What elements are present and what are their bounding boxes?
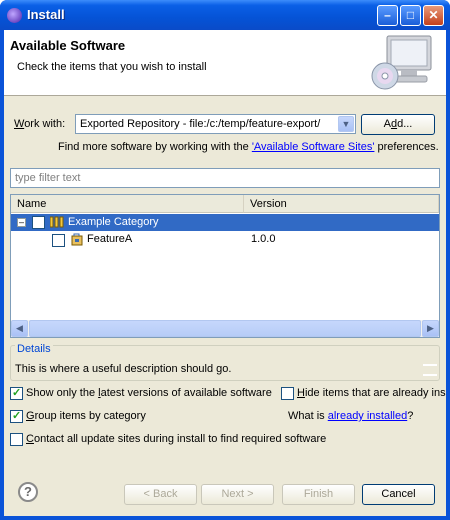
- filter-input[interactable]: type filter text: [10, 168, 440, 188]
- horizontal-scrollbar[interactable]: ◀ ▶: [11, 320, 439, 337]
- available-software-sites-link[interactable]: 'Available Software Sites': [252, 141, 375, 153]
- minimize-button[interactable]: –: [377, 5, 398, 26]
- details-text: This is where a useful description shoul…: [15, 363, 232, 375]
- page-subtitle: Check the items that you wish to install: [17, 61, 207, 73]
- group-by-category-checkbox[interactable]: [10, 409, 23, 423]
- feature-version: 1.0.0: [251, 233, 276, 245]
- category-icon: [50, 216, 64, 228]
- eclipse-icon: [7, 8, 22, 23]
- chevron-down-icon[interactable]: ▼: [338, 116, 354, 132]
- sites-hint: Find more software by working with the '…: [58, 141, 439, 153]
- next-button[interactable]: Next >: [201, 484, 274, 505]
- show-latest-label: Show only the latest versions of availab…: [26, 387, 272, 399]
- tree-row-category[interactable]: – Example Category: [11, 214, 439, 231]
- show-latest-checkbox[interactable]: [10, 386, 23, 400]
- scrollbar-thumb[interactable]: [29, 320, 421, 337]
- category-checkbox[interactable]: [32, 216, 45, 229]
- work-with-label: Work with:: [14, 118, 66, 130]
- scroll-right-icon[interactable]: ▶: [422, 320, 439, 337]
- details-group: Details This is where a useful descripti…: [10, 343, 440, 381]
- software-tree[interactable]: Name Version – Example Category FeatureA…: [10, 194, 440, 338]
- back-button[interactable]: < Back: [124, 484, 197, 505]
- feature-checkbox[interactable]: [52, 234, 65, 247]
- hide-installed-label: Hide items that are already ins: [297, 387, 446, 399]
- work-with-combo[interactable]: Exported Repository - file:/c:/temp/feat…: [75, 114, 356, 134]
- maximize-button[interactable]: □: [400, 5, 421, 26]
- page-title: Available Software: [10, 38, 126, 53]
- wizard-header: Available Software Check the items that …: [4, 30, 446, 96]
- close-button[interactable]: ✕: [423, 5, 444, 26]
- tree-row-feature[interactable]: FeatureA 1.0.0: [11, 231, 439, 248]
- resize-handle[interactable]: [423, 364, 437, 376]
- work-with-value: Exported Repository - file:/c:/temp/feat…: [80, 118, 321, 130]
- column-header-version[interactable]: Version: [244, 195, 439, 213]
- hide-installed-checkbox[interactable]: [281, 387, 294, 400]
- already-installed-hint: What is already installed?: [288, 410, 414, 422]
- computer-cd-icon: [371, 35, 432, 90]
- contact-sites-checkbox[interactable]: [10, 433, 23, 446]
- feature-name: FeatureA: [87, 233, 133, 245]
- group-by-category-label: Group items by category: [26, 410, 146, 422]
- already-installed-link[interactable]: already installed: [328, 410, 408, 422]
- help-icon[interactable]: ?: [18, 482, 38, 502]
- column-header-name[interactable]: Name: [11, 195, 244, 213]
- scroll-left-icon[interactable]: ◀: [11, 320, 28, 337]
- window-title: Install: [27, 7, 65, 22]
- dialog-body: Available Software Check the items that …: [4, 30, 446, 516]
- details-legend: Details: [15, 343, 53, 355]
- install-window: Install – □ ✕ Available Software Check t…: [0, 0, 450, 520]
- category-name: Example Category: [68, 216, 159, 228]
- feature-plugin-icon: [71, 233, 83, 246]
- title-bar[interactable]: Install – □ ✕: [0, 0, 450, 30]
- cancel-button[interactable]: Cancel: [362, 484, 435, 505]
- add-button[interactable]: Add...: [361, 114, 435, 135]
- collapse-icon[interactable]: –: [17, 218, 26, 227]
- finish-button[interactable]: Finish: [282, 484, 355, 505]
- contact-sites-label: Contact all update sites during install …: [26, 433, 327, 445]
